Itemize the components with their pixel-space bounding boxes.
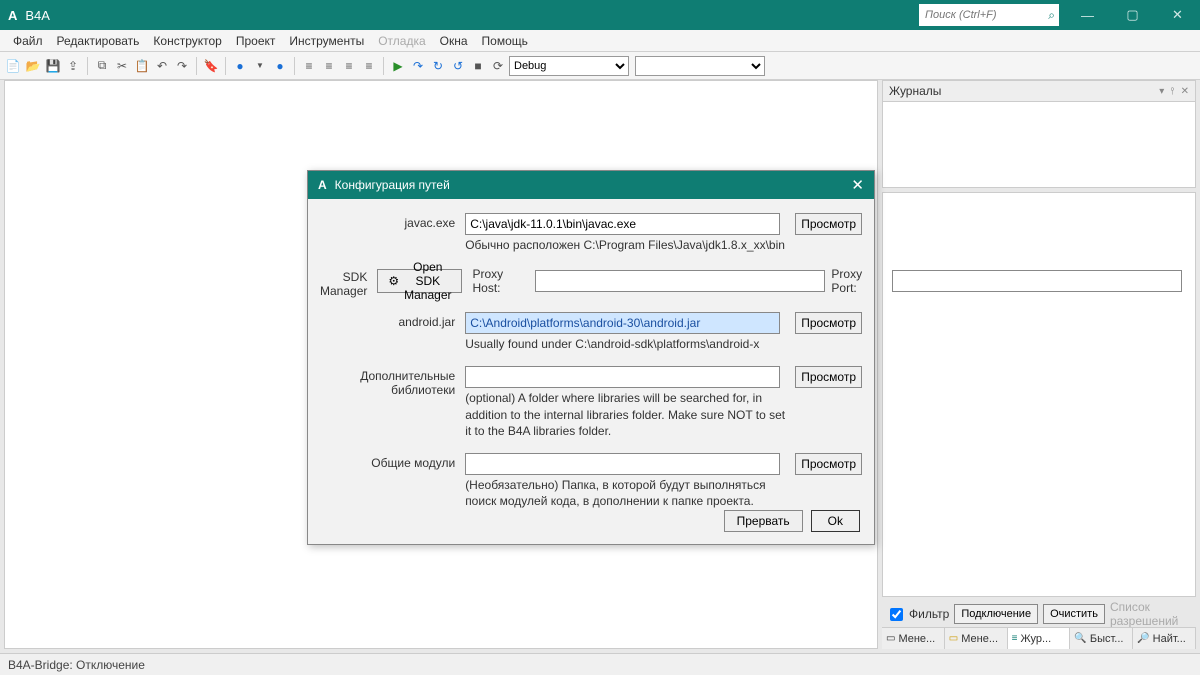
menu-project[interactable]: Проект: [229, 30, 283, 52]
menu-edit[interactable]: Редактировать: [50, 30, 147, 52]
gear-icon: ⚙: [388, 274, 399, 288]
android-browse-button[interactable]: Просмотр: [795, 312, 862, 334]
clear-button[interactable]: Очистить: [1043, 604, 1105, 624]
step-into-icon[interactable]: ↻: [429, 57, 447, 75]
dialog-close-icon[interactable]: ✕: [851, 176, 864, 194]
javac-label: javac.exe: [320, 213, 465, 230]
journals-controls: Фильтр Подключение Очистить Список разре…: [882, 601, 1196, 627]
menu-help[interactable]: Помощь: [475, 30, 535, 52]
cancel-button[interactable]: Прервать: [724, 510, 803, 532]
redo-icon[interactable]: ↷: [173, 57, 191, 75]
journals-upper: [882, 102, 1196, 188]
panel-menu-icon[interactable]: ▾: [1159, 86, 1164, 97]
proxy-host-input[interactable]: [535, 270, 825, 292]
indent-left-icon[interactable]: ≡: [300, 57, 318, 75]
uncomment-icon[interactable]: ≡: [360, 57, 378, 75]
indent-right-icon[interactable]: ≡: [320, 57, 338, 75]
paths-dialog: A Конфигурация путей ✕ javac.exe Обычно …: [307, 170, 875, 545]
minimize-button[interactable]: —: [1065, 0, 1110, 30]
proxy-host-label: Proxy Host:: [472, 267, 529, 295]
close-button[interactable]: ✕: [1155, 0, 1200, 30]
cut-icon[interactable]: ✂: [113, 57, 131, 75]
javac-hint: Обычно расположен C:\Program Files\Java\…: [465, 237, 785, 253]
search-icon: ⌕: [1048, 8, 1055, 23]
export-icon[interactable]: ⇪: [64, 57, 82, 75]
android-hint: Usually found under C:\android-sdk\platf…: [465, 336, 785, 352]
nav-fwd-icon[interactable]: ●: [271, 57, 289, 75]
tab-manager2[interactable]: ▭Мене...: [945, 628, 1008, 649]
copy-icon[interactable]: ⧉: [93, 57, 111, 75]
paste-icon[interactable]: 📋: [133, 57, 151, 75]
dialog-title: Конфигурация путей: [335, 178, 450, 192]
maximize-button[interactable]: ▢: [1110, 0, 1155, 30]
menubar: Файл Редактировать Конструктор Проект Ин…: [0, 30, 1200, 52]
dialog-titlebar: A Конфигурация путей ✕: [308, 171, 874, 199]
permissions-link: Список разрешений: [1110, 600, 1192, 628]
open-sdk-button[interactable]: ⚙Open SDK Manager: [377, 269, 462, 293]
journals-title: Журналы: [889, 84, 941, 98]
menu-windows[interactable]: Окна: [433, 30, 475, 52]
comment-icon[interactable]: ≡: [340, 57, 358, 75]
libs-hint: (optional) A folder where libraries will…: [465, 390, 785, 439]
titlebar: A B4A ⌕ — ▢ ✕: [0, 0, 1200, 30]
step-over-icon[interactable]: ↷: [409, 57, 427, 75]
run-icon[interactable]: ▶: [389, 57, 407, 75]
android-input[interactable]: [465, 312, 780, 334]
ok-button[interactable]: Ok: [811, 510, 860, 532]
shared-hint: (Необязательно) Папка, в которой будут в…: [465, 477, 785, 509]
statusbar: B4A-Bridge: Отключение: [0, 653, 1200, 675]
new-icon[interactable]: 📄: [4, 57, 22, 75]
toolbar: 📄 📂 💾 ⇪ ⧉ ✂ 📋 ↶ ↷ 🔖 ● ▼ ● ≡ ≡ ≡ ≡ ▶ ↷ ↻ …: [0, 52, 1200, 80]
tab-journal[interactable]: ≡Жур...: [1008, 628, 1071, 649]
tab-find[interactable]: 🔎Найт...: [1133, 628, 1196, 649]
proxy-port-input[interactable]: [892, 270, 1182, 292]
search-box[interactable]: ⌕: [919, 4, 1059, 26]
android-label: android.jar: [320, 312, 465, 329]
refresh-icon[interactable]: ⟳: [489, 57, 507, 75]
connect-button[interactable]: Подключение: [954, 604, 1038, 624]
tab-manager1[interactable]: ▭Мене...: [882, 628, 945, 649]
panel-close-icon[interactable]: ✕: [1181, 86, 1189, 97]
bottom-tabs: ▭Мене... ▭Мене... ≡Жур... 🔍Быст... 🔎Найт…: [882, 627, 1196, 649]
journals-panel: Журналы ▾ ⫯ ✕ Фильтр Подключение Очистит…: [882, 80, 1196, 649]
dialog-logo: A: [318, 178, 327, 192]
save-icon[interactable]: 💾: [44, 57, 62, 75]
tab-quick[interactable]: 🔍Быст...: [1070, 628, 1133, 649]
app-logo: A: [8, 8, 17, 23]
menu-tools[interactable]: Инструменты: [282, 30, 371, 52]
dropdown-icon[interactable]: ▼: [251, 57, 269, 75]
menu-debug: Отладка: [371, 30, 432, 52]
shared-input[interactable]: [465, 453, 780, 475]
proxy-port-label: Proxy Port:: [831, 267, 885, 295]
javac-browse-button[interactable]: Просмотр: [795, 213, 862, 235]
step-out-icon[interactable]: ↺: [449, 57, 467, 75]
secondary-select[interactable]: [635, 56, 765, 76]
stop-icon[interactable]: ■: [469, 57, 487, 75]
shared-browse-button[interactable]: Просмотр: [795, 453, 862, 475]
javac-input[interactable]: [465, 213, 780, 235]
open-icon[interactable]: 📂: [24, 57, 42, 75]
build-mode-select[interactable]: Debug: [509, 56, 629, 76]
menu-file[interactable]: Файл: [6, 30, 50, 52]
shared-label: Общие модули: [320, 453, 465, 470]
status-text: B4A-Bridge: Отключение: [8, 658, 145, 672]
app-title: B4A: [25, 8, 50, 23]
filter-checkbox[interactable]: Фильтр: [886, 605, 949, 624]
bookmark-icon[interactable]: 🔖: [202, 57, 220, 75]
libs-input[interactable]: [465, 366, 780, 388]
nav-back-icon[interactable]: ●: [231, 57, 249, 75]
journals-header: Журналы ▾ ⫯ ✕: [882, 80, 1196, 102]
libs-label: Дополнительные библиотеки: [320, 366, 465, 397]
panel-pin-icon[interactable]: ⫯: [1170, 86, 1174, 97]
sdk-label: SDK Manager: [320, 267, 377, 298]
undo-icon[interactable]: ↶: [153, 57, 171, 75]
libs-browse-button[interactable]: Просмотр: [795, 366, 862, 388]
menu-designer[interactable]: Конструктор: [146, 30, 228, 52]
search-input[interactable]: [923, 8, 1048, 22]
journals-lower: [882, 192, 1196, 597]
